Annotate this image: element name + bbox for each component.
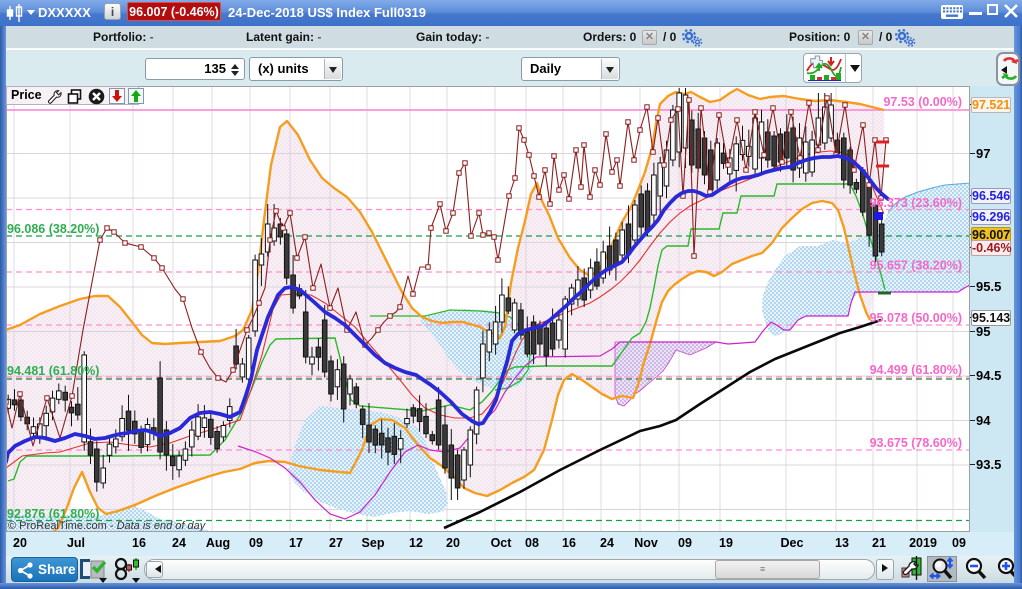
svg-text:95.078 (50.00%): 95.078 (50.00%) [870, 311, 962, 325]
svg-text:96.373 (23.60%): 96.373 (23.60%) [870, 196, 962, 210]
svg-text:94.499 (61.80%): 94.499 (61.80%) [870, 363, 962, 377]
svg-text:97.53 (0.00%): 97.53 (0.00%) [883, 95, 962, 109]
svg-text:92.876 (61.80%): 92.876 (61.80%) [7, 507, 99, 521]
svg-text:96.086 (38.20%): 96.086 (38.20%) [7, 222, 99, 236]
svg-text:93.675 (78.60%): 93.675 (78.60%) [870, 436, 962, 450]
svg-text:© ProRealTime.com - Data is en: © ProRealTime.com - Data is end of day [8, 520, 207, 532]
svg-text:94.481 (61.80%): 94.481 (61.80%) [7, 364, 99, 378]
svg-text:95.657 (38.20%): 95.657 (38.20%) [870, 259, 962, 273]
